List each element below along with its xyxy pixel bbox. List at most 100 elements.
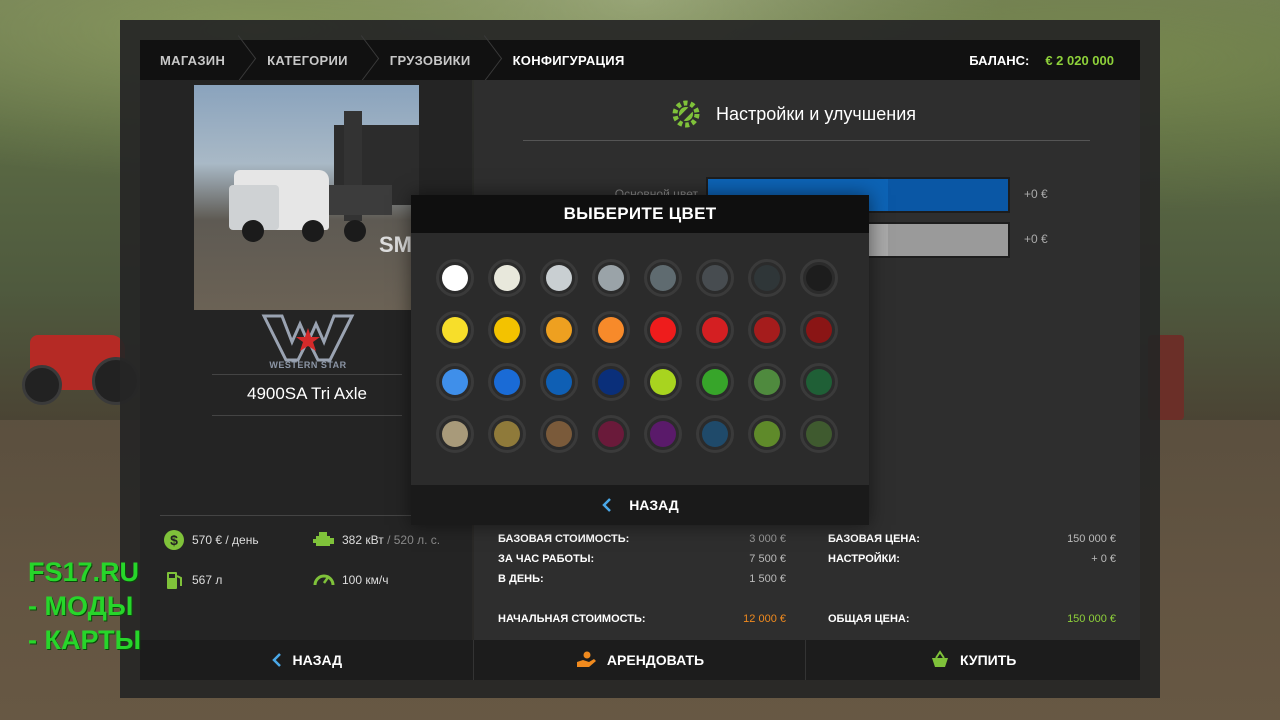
stat-power: 382 кВт / 520 л. с. (312, 528, 440, 552)
stat-power-hp: / 520 л. с. (387, 533, 441, 547)
breadcrumb-categories[interactable]: КАТЕГОРИИ (247, 40, 370, 80)
brand-name: WESTERN STAR (269, 360, 347, 370)
preview-trailer (322, 185, 392, 215)
color-swatch[interactable] (592, 363, 630, 401)
color-swatch-grid (436, 259, 846, 471)
cost-label: В ДЕНЬ: (498, 573, 544, 585)
color-swatch-fill (754, 421, 780, 447)
config-row-price: +0 € (1024, 187, 1048, 201)
color-swatch[interactable] (696, 311, 734, 349)
purchase-costs: БАЗОВАЯ ЦЕНА: 150 000 € НАСТРОЙКИ: + 0 € О… (828, 533, 1116, 633)
lease-button[interactable]: АРЕНДОВАТЬ (473, 640, 807, 680)
cost-value: 1 500 € (749, 573, 786, 585)
back-button[interactable]: НАЗАД (140, 640, 474, 680)
color-swatch[interactable] (748, 311, 786, 349)
color-swatch[interactable] (592, 311, 630, 349)
watermark-line: - КАРТЫ (28, 625, 142, 655)
color-swatch[interactable] (592, 259, 630, 297)
breadcrumb-shop[interactable]: МАГАЗИН (140, 40, 247, 80)
buy-button[interactable]: КУПИТЬ (806, 640, 1141, 680)
stat-power-kw: 382 кВт (342, 533, 384, 547)
color-picker-back-button[interactable]: НАЗАД (411, 485, 869, 525)
color-swatch[interactable] (488, 259, 526, 297)
color-swatch-fill (702, 265, 728, 291)
color-swatch[interactable] (436, 259, 474, 297)
color-swatch-fill (494, 421, 520, 447)
breadcrumb-trucks[interactable]: ГРУЗОВИКИ (370, 40, 493, 80)
cost-value: + 0 € (1091, 553, 1116, 565)
color-swatch[interactable] (696, 259, 734, 297)
color-swatch[interactable] (540, 415, 578, 453)
fuel-icon (167, 572, 182, 589)
stat-speed-value: 100 км/ч (342, 573, 389, 587)
color-swatch[interactable] (644, 311, 682, 349)
color-swatch[interactable] (436, 363, 474, 401)
color-swatch-fill (598, 317, 624, 343)
color-swatch[interactable] (644, 363, 682, 401)
vehicle-preview-image: SM (194, 85, 419, 310)
color-swatch-fill (806, 265, 832, 291)
breadcrumb: МАГАЗИН КАТЕГОРИИ ГРУЗОВИКИ КОНФИГУРАЦИЯ… (140, 40, 1140, 80)
cost-label: ОБЩАЯ ЦЕНА: (828, 613, 910, 625)
lease-button-label: АРЕНДОВАТЬ (606, 652, 705, 668)
stat-speed: 100 км/ч (312, 568, 388, 592)
color-swatch-fill (754, 317, 780, 343)
lease-hand-icon (576, 651, 596, 667)
color-swatch[interactable] (436, 415, 474, 453)
money-icon: $ (164, 530, 184, 550)
cost-value: 3 000 € (749, 533, 786, 545)
color-swatch-fill (546, 317, 572, 343)
stat-capacity: 567 л (162, 568, 222, 592)
cost-label: БАЗОВАЯ СТОИМОСТЬ: (498, 533, 630, 545)
color-swatch-fill (442, 265, 468, 291)
color-swatch[interactable] (488, 311, 526, 349)
color-swatch[interactable] (540, 311, 578, 349)
color-swatch-fill (442, 421, 468, 447)
color-swatch[interactable] (696, 415, 734, 453)
bottom-action-bar: НАЗАД АРЕНДОВАТЬ КУПИТЬ (140, 640, 1141, 680)
color-swatch[interactable] (748, 363, 786, 401)
speedometer-icon (313, 574, 335, 586)
config-row-price: +0 € (1024, 232, 1048, 246)
color-swatch[interactable] (800, 311, 838, 349)
color-swatch[interactable] (488, 415, 526, 453)
color-swatch-fill (598, 369, 624, 395)
color-swatch[interactable] (436, 311, 474, 349)
color-swatch[interactable] (800, 415, 838, 453)
color-swatch-fill (598, 265, 624, 291)
color-picker-back-label: НАЗАД (629, 497, 679, 513)
color-swatch[interactable] (696, 363, 734, 401)
settings-title: Настройки и улучшения (716, 103, 916, 124)
color-swatch[interactable] (800, 259, 838, 297)
color-swatch[interactable] (644, 259, 682, 297)
color-swatch-fill (806, 317, 832, 343)
cost-label: БАЗОВАЯ ЦЕНА: (828, 533, 920, 545)
color-swatch-fill (442, 369, 468, 395)
back-button-label: НАЗАД (292, 652, 343, 668)
color-swatch[interactable] (540, 259, 578, 297)
color-swatch[interactable] (488, 363, 526, 401)
background-tractor (22, 335, 140, 405)
site-watermark: FS17.RU - МОДЫ - КАРТЫ (28, 555, 141, 657)
color-swatch-fill (598, 421, 624, 447)
color-swatch[interactable] (748, 259, 786, 297)
buy-button-label: КУПИТЬ (960, 652, 1017, 668)
chevron-left-icon (271, 653, 281, 667)
color-swatch[interactable] (540, 363, 578, 401)
watermark-line: FS17.RU (28, 557, 140, 587)
color-swatch-fill (494, 369, 520, 395)
balance-label: БАЛАНС: (969, 52, 1030, 68)
color-swatch-fill (702, 369, 728, 395)
color-swatch[interactable] (748, 415, 786, 453)
color-swatch-fill (494, 317, 520, 343)
color-swatch-fill (442, 317, 468, 343)
cost-value: 150 000 € (1067, 533, 1116, 545)
color-swatch[interactable] (800, 363, 838, 401)
vehicle-name: 4900SA Tri Axle (246, 384, 368, 403)
wrench-gear-icon (672, 100, 700, 128)
color-swatch[interactable] (644, 415, 682, 453)
color-swatch-fill (494, 265, 520, 291)
color-swatch[interactable] (592, 415, 630, 453)
preview-watermark: SM (379, 232, 412, 257)
basket-icon (932, 650, 948, 667)
